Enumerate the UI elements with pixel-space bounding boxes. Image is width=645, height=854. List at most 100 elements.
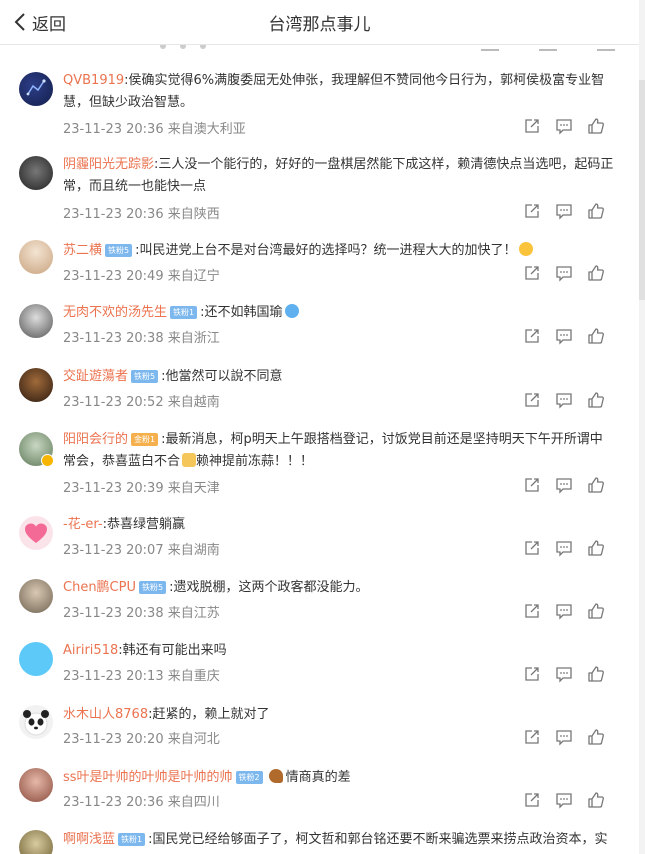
comment-icon[interactable] [555,791,573,809]
comment-actions [523,602,619,620]
comment-item: Chen鹏CPU 铁粉5:遗戏脱棚，这两个政客都没能力。 23-11-23 20:… [0,574,639,636]
thumb-up-icon[interactable] [587,391,605,409]
thumb-up-icon[interactable] [587,602,605,620]
avatar[interactable] [19,705,53,739]
comment-item: ss叶是叶帅的叶帅是叶帅的帅 铁粉2 情商真的差 23-11-23 20:36 来自… [0,766,639,828]
comment-icon[interactable] [555,391,573,409]
fan-badge[interactable]: 铁粉2 [235,771,263,784]
scrollbar-thumb[interactable] [639,80,645,300]
comment-body: 交趾遊蕩者 铁粉5:他當然可以說不同意 [63,366,615,388]
avatar[interactable] [19,240,53,274]
fan-badge[interactable]: 铁粉5 [105,244,133,257]
username[interactable]: ss叶是叶帅的叶帅是叶帅的帅 [63,770,233,785]
comment-body-cont: 常会，恭喜蓝白不合 赖神提前冻蒜！！！ [63,451,615,473]
comment-item: 交趾遊蕩者 铁粉5:他當然可以說不同意 23-11-23 20:52 来自越南 [0,360,639,422]
thumb-up-icon[interactable] [587,665,605,683]
thumb-up-icon[interactable] [587,117,605,135]
fan-badge[interactable]: 铁粉5 [139,581,167,594]
comment-meta: 23-11-23 20:39 来自天津 [63,481,220,496]
avatar[interactable] [19,830,53,854]
username[interactable]: Chen鹏CPU [63,580,136,595]
thumb-up-icon[interactable] [587,202,605,220]
comment-text: :还不如韩国瑜 [200,305,283,320]
username[interactable]: 交趾遊蕩者 [63,369,128,384]
comment-meta: 23-11-23 20:38 来自浙江 [63,331,220,346]
avatar[interactable] [19,516,53,550]
thumb-up-icon[interactable] [587,327,605,345]
fan-badge[interactable]: 铁粉5 [131,370,159,383]
avatar[interactable] [19,72,53,106]
comment-text: :赶紧的，赖上就对了 [148,707,270,722]
username[interactable]: 苏二横 [63,243,102,258]
share-icon[interactable] [523,602,541,620]
thumb-up-icon[interactable] [587,476,605,494]
comment-item: 阴霾阳光无踪影:三人没一个能行的，好好的一盘棋居然能下成这样，赖清德快点当选吧，… [0,146,639,230]
top-bar: 返回 台湾那点事儿 [0,0,639,45]
comment-body: -花-er-:恭喜绿营躺赢 [63,514,615,536]
comment-icon[interactable] [555,665,573,683]
comment-actions [523,476,619,494]
comment-actions [523,327,619,345]
avatar[interactable] [19,432,54,467]
comment-icon[interactable] [555,327,573,345]
thumb-up-icon[interactable] [587,539,605,557]
comment-body: 阴霾阳光无踪影:三人没一个能行的，好好的一盘棋居然能下成这样，赖清德快点当选吧，… [63,154,615,176]
share-icon[interactable] [523,728,541,746]
username[interactable]: Airiri518 [63,643,118,658]
comment-icon[interactable] [555,539,573,557]
scrollbar[interactable] [639,0,645,854]
share-icon[interactable] [523,665,541,683]
username[interactable]: 啊啊浅蓝 [63,832,115,847]
comment-icon[interactable] [555,728,573,746]
comment-text-cont2: 赖神提前冻蒜！！！ [196,454,314,469]
share-icon[interactable] [523,117,541,135]
avatar[interactable] [19,642,53,676]
share-icon[interactable] [523,327,541,345]
comment-meta: 23-11-23 20:20 来自河北 [63,732,220,747]
share-icon[interactable] [523,391,541,409]
share-icon[interactable] [523,539,541,557]
avatar[interactable] [19,368,53,402]
username[interactable]: 阳阳会行的 [63,432,128,447]
username[interactable]: 无肉不欢的汤先生 [63,305,167,320]
comment-body: 水木山人8768:赶紧的，赖上就对了 [63,704,615,726]
comment-actions [523,264,619,282]
comment-actions [523,117,619,135]
avatar[interactable] [19,156,53,190]
comment-text: :侯确实觉得6%满腹委屈无处伸张，我理解但不赞同他今日行为，郭柯侯极富专业智 [124,73,605,88]
emoji-icon [284,304,299,318]
verified-badge-icon [41,454,54,467]
comment-item: 水木山人8768:赶紧的，赖上就对了 23-11-23 20:20 来自河北 [0,702,639,764]
share-icon[interactable] [523,791,541,809]
username[interactable]: 水木山人8768 [63,707,148,722]
avatar[interactable] [19,304,53,338]
thumb-up-icon[interactable] [587,728,605,746]
comment-body-cont: 慧，但缺少政治智慧。 [63,92,615,114]
fan-badge[interactable]: 金粉1 [131,433,159,446]
comment-text: :叫民进党上台不是对台湾最好的选择吗？统一进程大大的加快了！ [135,243,517,258]
username[interactable]: 阴霾阳光无踪影 [63,157,154,172]
fan-badge[interactable]: 铁粉1 [118,833,146,846]
comment-icon[interactable] [555,602,573,620]
share-icon[interactable] [523,264,541,282]
comment-meta: 23-11-23 20:38 来自江苏 [63,606,220,621]
comment-icon[interactable] [555,202,573,220]
thumb-up-icon[interactable] [587,791,605,809]
comment-icon[interactable] [555,264,573,282]
comment-icon[interactable] [555,476,573,494]
thumbs-up-emoji-icon [182,453,197,467]
comment-text: :三人没一个能行的，好好的一盘棋居然能下成这样，赖清德快点当选吧，起码正 [154,157,614,172]
username[interactable]: -花-er- [63,517,103,532]
comment-meta: 23-11-23 20:49 来自辽宁 [63,269,220,284]
comment-icon[interactable] [555,117,573,135]
comment-actions [523,539,619,557]
avatar[interactable] [19,768,53,802]
share-icon[interactable] [523,202,541,220]
fan-badge[interactable]: 铁粉1 [170,306,198,319]
username[interactable]: QVB1919 [63,73,124,88]
thumb-up-icon[interactable] [587,264,605,282]
comment-item: 苏二横 铁粉5:叫民进党上台不是对台湾最好的选择吗？统一进程大大的加快了！ 23-… [0,232,639,294]
smile-emoji-icon [518,242,533,256]
avatar[interactable] [19,579,53,613]
share-icon[interactable] [523,476,541,494]
